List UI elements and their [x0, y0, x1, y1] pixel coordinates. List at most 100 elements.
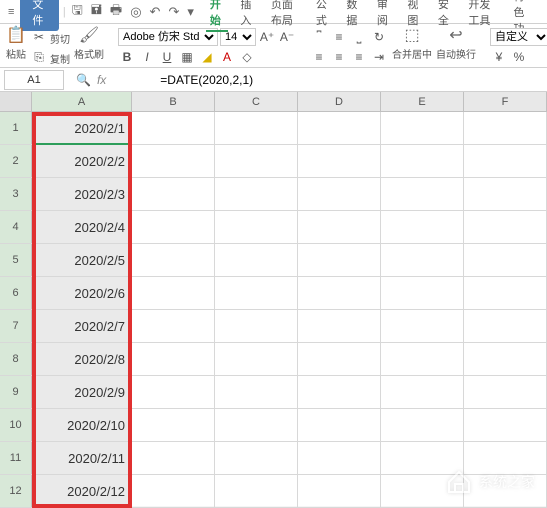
cell[interactable] — [132, 376, 215, 408]
cell[interactable] — [132, 343, 215, 375]
save-as-icon[interactable]: 🖬 — [87, 1, 106, 23]
align-bottom-icon[interactable]: ⎵ — [350, 28, 368, 46]
cell[interactable]: 2020/2/4 — [32, 211, 132, 243]
cell[interactable] — [215, 277, 298, 309]
cell[interactable] — [381, 376, 464, 408]
cell[interactable] — [298, 442, 381, 474]
cell[interactable] — [381, 244, 464, 276]
hamburger-icon[interactable]: ≡ — [4, 6, 18, 18]
cell[interactable] — [381, 409, 464, 441]
cell[interactable]: 2020/2/2 — [32, 145, 132, 177]
decrease-font-icon[interactable]: A⁻ — [278, 28, 296, 46]
row-header[interactable]: 2 — [0, 145, 32, 177]
cell[interactable] — [298, 475, 381, 507]
tab-page-layout[interactable]: 页面布局 — [263, 0, 308, 28]
clear-format-icon[interactable]: ◇ — [238, 48, 256, 66]
cell[interactable]: 2020/2/12 — [32, 475, 132, 507]
row-header[interactable]: 1 — [0, 112, 32, 144]
format-painter-group[interactable]: 🖌 格式刷 — [74, 28, 104, 61]
cell[interactable]: 2020/2/8 — [32, 343, 132, 375]
tab-insert[interactable]: 插入 — [232, 0, 263, 28]
tab-home[interactable]: 开始 — [202, 0, 233, 28]
file-menu-button[interactable]: 文件 — [20, 0, 59, 31]
align-right-icon[interactable]: ≡ — [350, 48, 368, 66]
font-name-select[interactable]: Adobe 仿宋 Std R — [118, 28, 218, 46]
col-header-c[interactable]: C — [215, 92, 298, 111]
cell[interactable] — [381, 277, 464, 309]
cell[interactable] — [132, 442, 215, 474]
row-header[interactable]: 8 — [0, 343, 32, 375]
border-icon[interactable]: ▦ — [178, 48, 196, 66]
col-header-a[interactable]: A — [32, 92, 132, 111]
cell[interactable] — [381, 310, 464, 342]
orientation-icon[interactable]: ↻ — [370, 28, 388, 46]
cell[interactable] — [381, 145, 464, 177]
format-painter-icon[interactable]: 🖌 — [79, 28, 99, 44]
cell[interactable] — [381, 442, 464, 474]
cell[interactable] — [215, 376, 298, 408]
currency-icon[interactable]: ¥ — [490, 48, 508, 66]
merge-group[interactable]: ⬚ 合并居中 — [392, 28, 432, 61]
row-header[interactable]: 3 — [0, 178, 32, 210]
row-header[interactable]: 9 — [0, 376, 32, 408]
row-header[interactable]: 12 — [0, 475, 32, 507]
cell[interactable]: 2020/2/7 — [32, 310, 132, 342]
font-color-icon[interactable]: A — [218, 48, 236, 66]
cell[interactable] — [215, 343, 298, 375]
formula-input[interactable] — [156, 70, 547, 90]
cell[interactable] — [464, 475, 547, 507]
cell[interactable] — [132, 145, 215, 177]
cell[interactable] — [215, 475, 298, 507]
cell[interactable] — [215, 244, 298, 276]
cell[interactable] — [298, 211, 381, 243]
align-middle-icon[interactable]: ≡ — [330, 28, 348, 46]
fx-search-icon[interactable]: 🔍 — [76, 73, 91, 87]
print-preview-icon[interactable]: ◎ — [126, 4, 145, 20]
cell[interactable]: 2020/2/9 — [32, 376, 132, 408]
cell[interactable] — [132, 244, 215, 276]
bold-button[interactable]: B — [118, 48, 136, 66]
cell[interactable] — [298, 277, 381, 309]
cell[interactable] — [215, 409, 298, 441]
tab-view[interactable]: 视图 — [399, 0, 430, 28]
cell[interactable] — [464, 178, 547, 210]
cell[interactable] — [298, 244, 381, 276]
cell[interactable]: 2020/2/11 — [32, 442, 132, 474]
cell[interactable] — [464, 244, 547, 276]
cell[interactable] — [132, 310, 215, 342]
cell[interactable] — [215, 112, 298, 144]
undo-icon[interactable]: ↶ — [146, 4, 165, 20]
paste-icon[interactable]: 📋 — [6, 28, 26, 44]
cell[interactable]: 2020/2/3 — [32, 178, 132, 210]
cell[interactable] — [215, 178, 298, 210]
copy-icon[interactable]: ⎘ — [30, 48, 48, 66]
col-header-b[interactable]: B — [132, 92, 215, 111]
cell[interactable] — [298, 178, 381, 210]
tab-formulas[interactable]: 公式 — [308, 0, 339, 28]
cell[interactable]: 2020/2/1 — [32, 112, 132, 144]
cut-icon[interactable]: ✂ — [30, 28, 48, 46]
cell[interactable] — [381, 475, 464, 507]
save-icon[interactable]: 🖫 — [68, 1, 87, 23]
increase-font-icon[interactable]: A⁺ — [258, 28, 276, 46]
cell[interactable] — [132, 409, 215, 441]
cell[interactable] — [464, 277, 547, 309]
cell[interactable] — [132, 178, 215, 210]
tab-review[interactable]: 审阅 — [369, 0, 400, 28]
align-center-icon[interactable]: ≡ — [330, 48, 348, 66]
row-header[interactable]: 5 — [0, 244, 32, 276]
cell[interactable] — [381, 343, 464, 375]
spreadsheet-grid[interactable]: A B C D E F 12020/2/122020/2/232020/2/34… — [0, 92, 547, 506]
cell[interactable] — [464, 310, 547, 342]
indent-icon[interactable]: ⇥ — [370, 48, 388, 66]
row-header[interactable]: 11 — [0, 442, 32, 474]
italic-button[interactable]: I — [138, 48, 156, 66]
cell[interactable] — [215, 211, 298, 243]
cell[interactable] — [464, 409, 547, 441]
cell[interactable] — [464, 442, 547, 474]
name-box[interactable]: A1 — [4, 70, 64, 90]
cell[interactable] — [132, 475, 215, 507]
merge-cells-icon[interactable]: ⬚ — [404, 28, 419, 44]
print-icon[interactable]: 🖶 — [106, 1, 126, 23]
cell[interactable] — [215, 442, 298, 474]
